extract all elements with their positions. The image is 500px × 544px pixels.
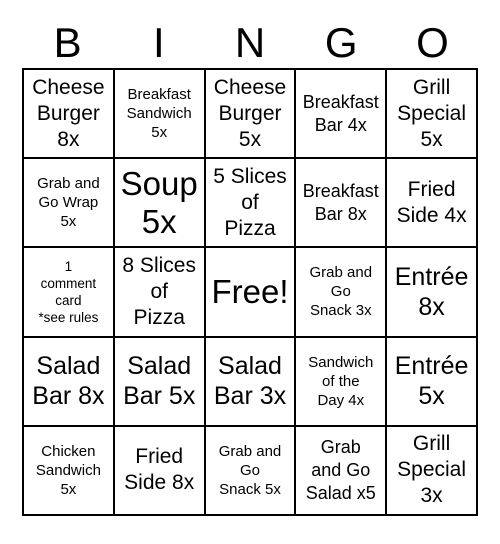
bingo-cell-label: Salad Bar 5x: [123, 352, 196, 411]
bingo-cell[interactable]: Fried Side 4x: [387, 159, 478, 249]
bingo-header-letter-g: G: [324, 19, 358, 66]
bingo-cell-label: Grab and Go Snack 5x: [218, 442, 282, 498]
bingo-cell-label: Soup 5x: [120, 164, 198, 240]
bingo-cell[interactable]: Grab and Go Snack 5x: [205, 426, 297, 516]
bingo-cell[interactable]: Cheese Burger 8x: [24, 70, 115, 160]
bingo-cell[interactable]: Free!: [205, 248, 297, 338]
bingo-cell-label: Free!: [211, 272, 289, 310]
bingo-cell[interactable]: Grill Special 5x: [387, 70, 478, 160]
bingo-cell-label: Entrée 8x: [394, 262, 469, 321]
bingo-header-letter-n: N: [234, 19, 266, 66]
bingo-cell-label: Grill Special 3x: [397, 432, 467, 508]
bingo-cell[interactable]: Grab and Go Wrap 5x: [24, 159, 115, 249]
bingo-cell-label: Grab and Go Wrap 5x: [37, 175, 100, 231]
bingo-cell-label: Salad Bar 8x: [32, 352, 105, 411]
bingo-cell[interactable]: Cheese Burger 5x: [205, 70, 297, 160]
bingo-cell[interactable]: Soup 5x: [114, 159, 206, 249]
bingo-cell-label: Salad Bar 3x: [213, 352, 287, 411]
bingo-cell-label: Breakfast Bar 8x: [302, 180, 379, 224]
bingo-cell[interactable]: 8 Slices of Pizza: [114, 248, 206, 338]
bingo-cell[interactable]: Sandwich of the Day 4x: [296, 337, 388, 427]
bingo-cell-label: Cheese Burger 5x: [213, 75, 287, 151]
bingo-cell-label: Cheese Burger 8x: [32, 75, 105, 151]
bingo-cell-label: 1 comment card *see rules: [38, 258, 99, 325]
bingo-cell[interactable]: Salad Bar 5x: [114, 337, 206, 427]
bingo-cell-label: Entrée 5x: [394, 352, 469, 411]
bingo-cell-label: 5 Slices of Pizza: [213, 164, 287, 240]
bingo-cell-label: Breakfast Bar 4x: [302, 91, 379, 135]
bingo-card: B I N G O Cheese Burger 8x Breakfast Sand…: [0, 0, 500, 544]
bingo-cell[interactable]: Fried Side 8x: [114, 426, 206, 516]
bingo-cell[interactable]: Chicken Sandwich 5x: [24, 426, 115, 516]
bingo-cell[interactable]: Entrée 5x: [387, 337, 478, 427]
bingo-cell[interactable]: Grill Special 3x: [387, 426, 478, 516]
bingo-header-row: B I N G O: [22, 18, 478, 68]
bingo-cell-label: Chicken Sandwich 5x: [35, 442, 101, 498]
bingo-cell[interactable]: Grab and Go Snack 3x: [296, 248, 388, 338]
bingo-cell[interactable]: Breakfast Sandwich 5x: [114, 70, 206, 160]
bingo-cell-label: Grill Special 5x: [397, 75, 467, 151]
bingo-cell[interactable]: Grab and Go Salad x5: [296, 426, 388, 516]
bingo-cell[interactable]: Entrée 8x: [387, 248, 478, 338]
bingo-cell[interactable]: Breakfast Bar 4x: [296, 70, 388, 160]
bingo-cell-label: Sandwich of the Day 4x: [308, 353, 374, 409]
bingo-cell-label: Grab and Go Salad x5: [305, 436, 376, 503]
bingo-cell-label: Fried Side 4x: [396, 177, 467, 227]
bingo-cell[interactable]: Breakfast Bar 8x: [296, 159, 388, 249]
bingo-cell-label: Fried Side 8x: [124, 445, 195, 495]
bingo-cell-label: Grab and Go Snack 3x: [309, 264, 373, 320]
bingo-header-letter-i: I: [152, 19, 165, 66]
bingo-grid: Cheese Burger 8x Breakfast Sandwich 5x Che…: [22, 68, 478, 516]
bingo-cell[interactable]: Salad Bar 8x: [24, 337, 115, 427]
bingo-cell-label: 8 Slices of Pizza: [122, 253, 196, 329]
bingo-cell[interactable]: 5 Slices of Pizza: [205, 159, 297, 249]
bingo-cell-label: Breakfast Sandwich 5x: [126, 86, 192, 142]
bingo-header-letter-o: O: [416, 19, 449, 66]
bingo-cell[interactable]: Salad Bar 3x: [205, 337, 297, 427]
bingo-header-letter-b: B: [53, 19, 82, 66]
bingo-cell[interactable]: 1 comment card *see rules: [24, 248, 115, 338]
